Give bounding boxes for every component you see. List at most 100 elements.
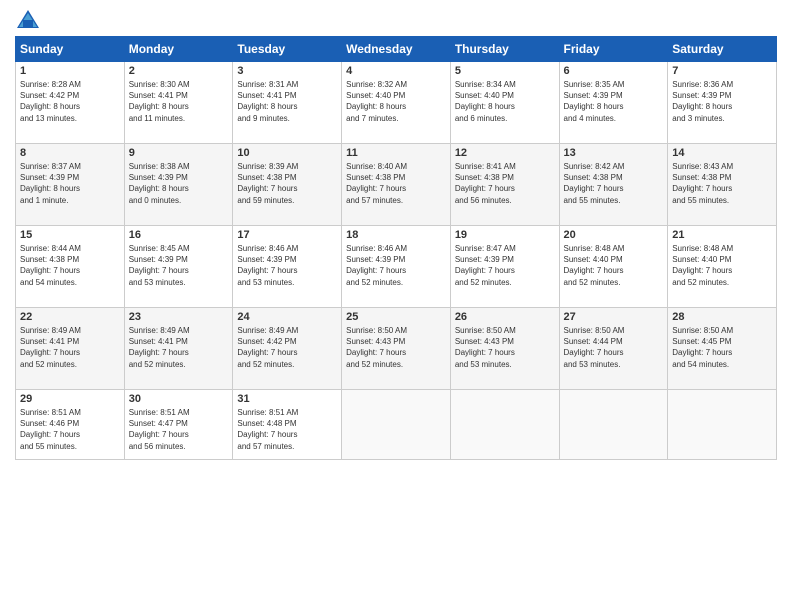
calendar-cell: 15 Sunrise: 8:44 AM Sunset: 4:38 PM Dayli… bbox=[16, 226, 125, 308]
day-info: Sunrise: 8:41 AM Sunset: 4:38 PM Dayligh… bbox=[455, 161, 555, 206]
calendar-cell: 14 Sunrise: 8:43 AM Sunset: 4:38 PM Dayli… bbox=[668, 144, 777, 226]
day-info: Sunrise: 8:50 AM Sunset: 4:44 PM Dayligh… bbox=[564, 325, 664, 370]
day-number: 20 bbox=[564, 229, 664, 241]
day-info: Sunrise: 8:50 AM Sunset: 4:43 PM Dayligh… bbox=[346, 325, 446, 370]
calendar-cell: 7 Sunrise: 8:36 AM Sunset: 4:39 PM Daylig… bbox=[668, 62, 777, 144]
calendar-cell: 13 Sunrise: 8:42 AM Sunset: 4:38 PM Dayli… bbox=[559, 144, 668, 226]
day-number: 15 bbox=[20, 229, 120, 241]
logo bbox=[15, 10, 39, 28]
day-info: Sunrise: 8:36 AM Sunset: 4:39 PM Dayligh… bbox=[672, 79, 772, 124]
day-info: Sunrise: 8:50 AM Sunset: 4:43 PM Dayligh… bbox=[455, 325, 555, 370]
calendar-cell: 18 Sunrise: 8:46 AM Sunset: 4:39 PM Dayli… bbox=[342, 226, 451, 308]
day-info: Sunrise: 8:42 AM Sunset: 4:38 PM Dayligh… bbox=[564, 161, 664, 206]
calendar-cell: 26 Sunrise: 8:50 AM Sunset: 4:43 PM Dayli… bbox=[450, 308, 559, 390]
day-info: Sunrise: 8:37 AM Sunset: 4:39 PM Dayligh… bbox=[20, 161, 120, 206]
calendar-cell: 19 Sunrise: 8:47 AM Sunset: 4:39 PM Dayli… bbox=[450, 226, 559, 308]
day-number: 26 bbox=[455, 311, 555, 323]
day-number: 4 bbox=[346, 65, 446, 77]
day-info: Sunrise: 8:40 AM Sunset: 4:38 PM Dayligh… bbox=[346, 161, 446, 206]
day-info: Sunrise: 8:46 AM Sunset: 4:39 PM Dayligh… bbox=[237, 243, 337, 288]
day-info: Sunrise: 8:50 AM Sunset: 4:45 PM Dayligh… bbox=[672, 325, 772, 370]
weekday-header-friday: Friday bbox=[559, 37, 668, 62]
day-info: Sunrise: 8:47 AM Sunset: 4:39 PM Dayligh… bbox=[455, 243, 555, 288]
day-number: 13 bbox=[564, 147, 664, 159]
calendar-cell: 21 Sunrise: 8:48 AM Sunset: 4:40 PM Dayli… bbox=[668, 226, 777, 308]
day-number: 24 bbox=[237, 311, 337, 323]
calendar-page: SundayMondayTuesdayWednesdayThursdayFrid… bbox=[0, 0, 792, 612]
day-number: 8 bbox=[20, 147, 120, 159]
day-number: 7 bbox=[672, 65, 772, 77]
day-number: 12 bbox=[455, 147, 555, 159]
day-info: Sunrise: 8:31 AM Sunset: 4:41 PM Dayligh… bbox=[237, 79, 337, 124]
calendar-cell: 9 Sunrise: 8:38 AM Sunset: 4:39 PM Daylig… bbox=[124, 144, 233, 226]
weekday-header-wednesday: Wednesday bbox=[342, 37, 451, 62]
day-info: Sunrise: 8:51 AM Sunset: 4:48 PM Dayligh… bbox=[237, 407, 337, 452]
calendar-cell: 28 Sunrise: 8:50 AM Sunset: 4:45 PM Dayli… bbox=[668, 308, 777, 390]
weekday-header-thursday: Thursday bbox=[450, 37, 559, 62]
calendar-cell bbox=[342, 390, 451, 460]
calendar-cell: 31 Sunrise: 8:51 AM Sunset: 4:48 PM Dayli… bbox=[233, 390, 342, 460]
calendar-cell bbox=[450, 390, 559, 460]
weekday-header-sunday: Sunday bbox=[16, 37, 125, 62]
calendar-cell: 2 Sunrise: 8:30 AM Sunset: 4:41 PM Daylig… bbox=[124, 62, 233, 144]
week-row-4: 22Sunrise: 8:49 AM Sunset: 4:41 PM Dayli… bbox=[16, 308, 777, 390]
day-number: 25 bbox=[346, 311, 446, 323]
day-info: Sunrise: 8:46 AM Sunset: 4:39 PM Dayligh… bbox=[346, 243, 446, 288]
calendar-cell: 10Sunrise: 8:39 AM Sunset: 4:38 PM Dayli… bbox=[233, 144, 342, 226]
day-number: 5 bbox=[455, 65, 555, 77]
day-number: 9 bbox=[129, 147, 229, 159]
weekday-header-monday: Monday bbox=[124, 37, 233, 62]
day-info: Sunrise: 8:49 AM Sunset: 4:41 PM Dayligh… bbox=[20, 325, 120, 370]
day-number: 29 bbox=[20, 393, 120, 405]
logo-icon bbox=[17, 10, 39, 28]
calendar-cell bbox=[668, 390, 777, 460]
week-row-3: 15 Sunrise: 8:44 AM Sunset: 4:38 PM Dayli… bbox=[16, 226, 777, 308]
calendar-cell: 17Sunrise: 8:46 AM Sunset: 4:39 PM Dayli… bbox=[233, 226, 342, 308]
day-number: 14 bbox=[672, 147, 772, 159]
calendar-cell: 22Sunrise: 8:49 AM Sunset: 4:41 PM Dayli… bbox=[16, 308, 125, 390]
day-number: 16 bbox=[129, 229, 229, 241]
day-info: Sunrise: 8:51 AM Sunset: 4:47 PM Dayligh… bbox=[129, 407, 229, 452]
day-number: 2 bbox=[129, 65, 229, 77]
day-info: Sunrise: 8:48 AM Sunset: 4:40 PM Dayligh… bbox=[564, 243, 664, 288]
calendar-cell: 16Sunrise: 8:45 AM Sunset: 4:39 PM Dayli… bbox=[124, 226, 233, 308]
day-number: 30 bbox=[129, 393, 229, 405]
day-info: Sunrise: 8:48 AM Sunset: 4:40 PM Dayligh… bbox=[672, 243, 772, 288]
day-number: 1 bbox=[20, 65, 120, 77]
day-info: Sunrise: 8:43 AM Sunset: 4:38 PM Dayligh… bbox=[672, 161, 772, 206]
day-number: 11 bbox=[346, 147, 446, 159]
week-row-5: 29 Sunrise: 8:51 AM Sunset: 4:46 PM Dayli… bbox=[16, 390, 777, 460]
day-number: 31 bbox=[237, 393, 337, 405]
day-info: Sunrise: 8:38 AM Sunset: 4:39 PM Dayligh… bbox=[129, 161, 229, 206]
day-info: Sunrise: 8:32 AM Sunset: 4:40 PM Dayligh… bbox=[346, 79, 446, 124]
calendar-cell: 27 Sunrise: 8:50 AM Sunset: 4:44 PM Dayli… bbox=[559, 308, 668, 390]
calendar-cell: 1 Sunrise: 8:28 AM Sunset: 4:42 PM Daylig… bbox=[16, 62, 125, 144]
calendar-cell: 23 Sunrise: 8:49 AM Sunset: 4:41 PM Dayli… bbox=[124, 308, 233, 390]
day-number: 18 bbox=[346, 229, 446, 241]
day-info: Sunrise: 8:35 AM Sunset: 4:39 PM Dayligh… bbox=[564, 79, 664, 124]
day-number: 27 bbox=[564, 311, 664, 323]
day-info: Sunrise: 8:44 AM Sunset: 4:38 PM Dayligh… bbox=[20, 243, 120, 288]
day-info: Sunrise: 8:49 AM Sunset: 4:41 PM Dayligh… bbox=[129, 325, 229, 370]
weekday-header-tuesday: Tuesday bbox=[233, 37, 342, 62]
calendar-cell: 29 Sunrise: 8:51 AM Sunset: 4:46 PM Dayli… bbox=[16, 390, 125, 460]
day-info: Sunrise: 8:30 AM Sunset: 4:41 PM Dayligh… bbox=[129, 79, 229, 124]
week-row-2: 8 Sunrise: 8:37 AM Sunset: 4:39 PM Daylig… bbox=[16, 144, 777, 226]
calendar-cell: 3Sunrise: 8:31 AM Sunset: 4:41 PM Daylig… bbox=[233, 62, 342, 144]
calendar-cell: 24 Sunrise: 8:49 AM Sunset: 4:42 PM Dayli… bbox=[233, 308, 342, 390]
day-info: Sunrise: 8:51 AM Sunset: 4:46 PM Dayligh… bbox=[20, 407, 120, 452]
day-number: 23 bbox=[129, 311, 229, 323]
calendar-cell: 12 Sunrise: 8:41 AM Sunset: 4:38 PM Dayli… bbox=[450, 144, 559, 226]
calendar-cell: 8 Sunrise: 8:37 AM Sunset: 4:39 PM Daylig… bbox=[16, 144, 125, 226]
calendar-cell: 5 Sunrise: 8:34 AM Sunset: 4:40 PM Daylig… bbox=[450, 62, 559, 144]
day-number: 21 bbox=[672, 229, 772, 241]
day-number: 6 bbox=[564, 65, 664, 77]
day-info: Sunrise: 8:49 AM Sunset: 4:42 PM Dayligh… bbox=[237, 325, 337, 370]
calendar-cell: 6 Sunrise: 8:35 AM Sunset: 4:39 PM Daylig… bbox=[559, 62, 668, 144]
day-info: Sunrise: 8:34 AM Sunset: 4:40 PM Dayligh… bbox=[455, 79, 555, 124]
day-info: Sunrise: 8:28 AM Sunset: 4:42 PM Dayligh… bbox=[20, 79, 120, 124]
week-row-1: 1 Sunrise: 8:28 AM Sunset: 4:42 PM Daylig… bbox=[16, 62, 777, 144]
day-number: 19 bbox=[455, 229, 555, 241]
day-number: 28 bbox=[672, 311, 772, 323]
calendar-table: SundayMondayTuesdayWednesdayThursdayFrid… bbox=[15, 36, 777, 460]
